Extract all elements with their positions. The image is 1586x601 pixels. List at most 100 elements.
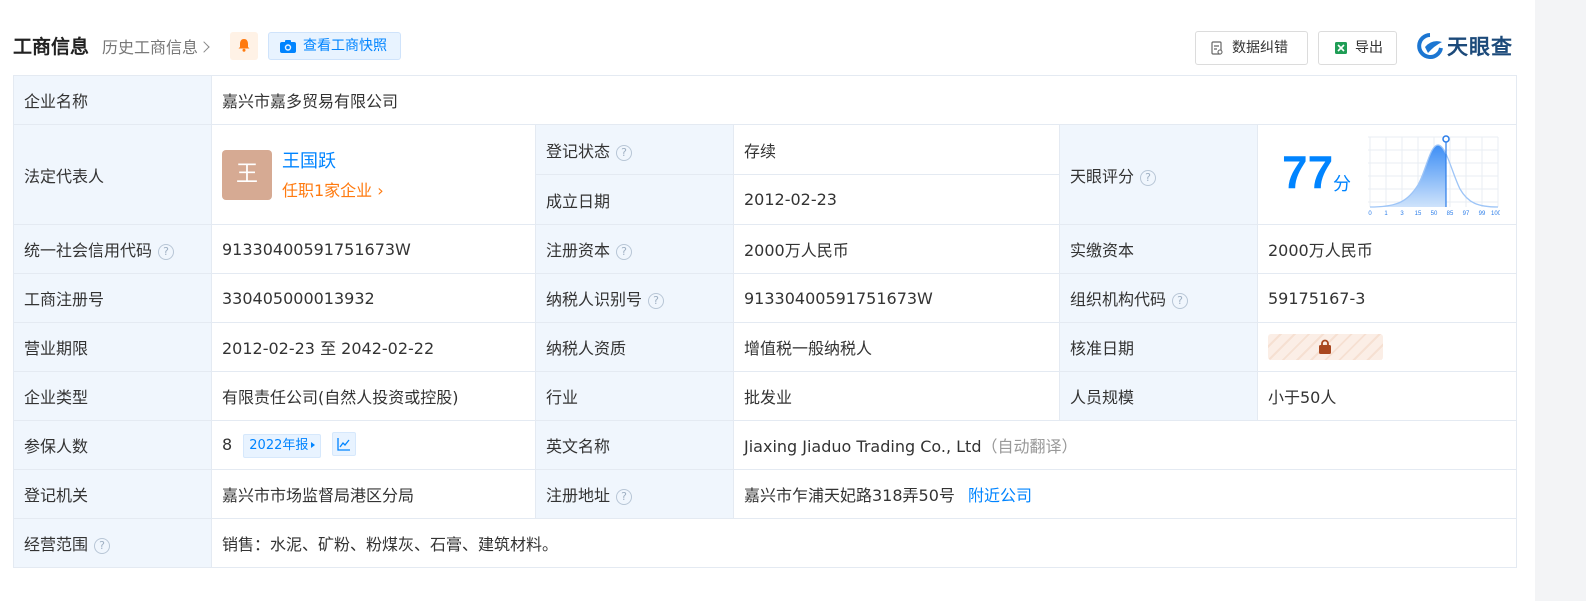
business-scope-label: 经营范围?: [13, 518, 212, 568]
right-scroll-strip: [1535, 0, 1586, 601]
reg-authority-label: 登记机关: [13, 469, 212, 519]
reg-capital-label: 注册资本?: [535, 224, 734, 274]
approval-date-cell: [1256, 322, 1518, 372]
table-row: 经营范围? 销售：水泥、矿粉、粉煤灰、石膏、建筑材料。: [13, 518, 1518, 568]
table-row: 工商注册号 330405000013932 纳税人识别号? 9133040059…: [13, 273, 1518, 323]
company-name-value: 嘉兴市嘉多贸易有限公司: [210, 75, 1518, 125]
history-link[interactable]: 历史工商信息: [102, 34, 210, 58]
help-icon[interactable]: ?: [1172, 293, 1189, 309]
reg-address-label: 注册地址?: [535, 469, 734, 519]
export-label: 导出: [1355, 40, 1383, 56]
legal-rep-positions-text: 任职1家企业: [282, 181, 373, 200]
industry-label: 行业: [535, 371, 734, 421]
org-code-label: 组织机构代码?: [1059, 273, 1258, 323]
tianyan-score-label: 天眼评分?: [1059, 124, 1258, 225]
staff-size-value: 小于50人: [1256, 371, 1518, 421]
help-icon[interactable]: ?: [616, 244, 633, 260]
avatar[interactable]: 王: [222, 150, 272, 200]
eye-logo-icon: [1417, 33, 1443, 59]
company-name-label: 企业名称: [13, 75, 212, 125]
score-unit: 分: [1333, 174, 1351, 195]
axis-tick: 1: [1384, 211, 1388, 217]
subscribe-bell-button[interactable]: [230, 32, 258, 60]
taxpayer-qual-value: 增值税一般纳税人: [733, 322, 1060, 372]
credit-code-value: 91330400591751673W: [211, 224, 536, 274]
axis-tick: 97: [1463, 211, 1470, 217]
english-name-cell: Jiaxing Jiaduo Trading Co., Ltd（自动翻译）: [732, 420, 1518, 470]
caret-right-icon: [311, 442, 316, 448]
data-correction-label: 数据纠错: [1232, 40, 1288, 56]
help-icon[interactable]: ?: [1140, 169, 1157, 186]
table-row: 企业类型 有限责任公司(自然人投资或控股) 行业 批发业 人员规模 小于50人: [13, 371, 1518, 421]
help-icon[interactable]: ?: [616, 144, 633, 161]
chevron-right-icon: [198, 41, 210, 53]
taxpayer-id-label: 纳税人识别号?: [535, 273, 734, 323]
auto-translate-note: （自动翻译）: [981, 437, 1078, 456]
table-row: 登记机关 嘉兴市市场监督局港区分局 注册地址? 嘉兴市乍浦天妃路318弄50号 …: [13, 469, 1518, 519]
logo-text: 天眼查: [1447, 35, 1513, 59]
section-header: 工商信息 历史工商信息 查看工商快照 数据纠错 导出 天眼查: [13, 28, 1516, 65]
credit-code-label-text: 统一社会信用代码: [24, 241, 153, 260]
reg-authority-value: 嘉兴市市场监督局港区分局: [211, 469, 536, 519]
taxpayer-id-label-text: 纳税人识别号: [546, 290, 643, 309]
help-icon[interactable]: ?: [158, 244, 175, 260]
axis-tick: 99: [1479, 211, 1486, 217]
legal-rep-positions-link[interactable]: 任职1家企业 ›: [282, 177, 384, 201]
english-name-label: 英文名称: [535, 420, 734, 470]
locked-value-bar[interactable]: [1268, 334, 1383, 360]
data-correction-button[interactable]: 数据纠错: [1195, 31, 1308, 65]
tianyan-score-cell[interactable]: 77 分 0 1 3 15 50 85 97 99 100: [1256, 124, 1518, 225]
document-edit-icon: [1211, 41, 1223, 55]
paid-capital-value: 2000万人民币: [1256, 224, 1518, 274]
reg-status-label-text: 登记状态: [546, 141, 611, 161]
legal-rep-label: 法定代表人: [13, 124, 212, 225]
line-chart-icon: [337, 438, 351, 451]
excel-icon: [1335, 42, 1347, 54]
business-scope-value: 销售：水泥、矿粉、粉煤灰、石膏、建筑材料。: [210, 518, 1518, 568]
approval-date-label: 核准日期: [1059, 322, 1258, 372]
org-code-value: 59175167-3: [1256, 273, 1518, 323]
table-row: 法定代表人 王 王国跃 任职1家企业 › 登记状态? 存续 天眼评分? 77 分: [13, 124, 1518, 225]
org-code-label-text: 组织机构代码: [1070, 290, 1167, 309]
help-icon[interactable]: ?: [616, 489, 633, 505]
help-icon[interactable]: ?: [648, 293, 665, 309]
score-distribution-chart: 0 1 3 15 50 85 97 99 100: [1368, 135, 1500, 217]
reg-capital-label-text: 注册资本: [546, 241, 611, 260]
business-term-value: 2012-02-23 至 2042-02-22: [211, 322, 536, 372]
established-label: 成立日期: [535, 174, 734, 225]
tianyan-score-label-text: 天眼评分: [1070, 166, 1135, 186]
export-button[interactable]: 导出: [1318, 31, 1397, 65]
reg-capital-value: 2000万人民币: [733, 224, 1060, 274]
credit-code-label: 统一社会信用代码?: [13, 224, 212, 274]
lock-icon: [1319, 339, 1331, 354]
axis-tick: 3: [1400, 211, 1404, 217]
table-row: 统一社会信用代码? 91330400591751673W 注册资本? 2000万…: [13, 224, 1518, 274]
english-name-value: Jiaxing Jiaduo Trading Co., Ltd: [744, 437, 982, 456]
legal-rep-cell: 王 王国跃 任职1家企业 ›: [211, 124, 536, 225]
business-info-table: 企业名称 嘉兴市嘉多贸易有限公司 法定代表人 王 王国跃 任职1家企业 › 登记…: [13, 75, 1518, 568]
trend-chart-button[interactable]: [332, 432, 357, 456]
camera-icon: [280, 40, 296, 53]
snapshot-button[interactable]: 查看工商快照: [268, 32, 401, 60]
business-term-label: 营业期限: [13, 322, 212, 372]
reg-status-label: 登记状态?: [535, 124, 734, 175]
legal-rep-name[interactable]: 王国跃: [282, 147, 336, 173]
paid-capital-label: 实缴资本: [1059, 224, 1258, 274]
score-marker-dot: [1442, 135, 1450, 143]
year-report-button[interactable]: 2022年报: [243, 434, 322, 458]
axis-tick: 100: [1491, 211, 1500, 217]
company-type-label: 企业类型: [13, 371, 212, 421]
insured-value: 8: [222, 435, 233, 454]
help-icon[interactable]: ?: [94, 538, 111, 554]
tianyancha-logo: 天眼查: [1416, 31, 1513, 61]
table-row: 营业期限 2012-02-23 至 2042-02-22 纳税人资质 增值税一般…: [13, 322, 1518, 372]
year-report-label: 2022年报: [249, 438, 309, 453]
table-row: 参保人数 8 2022年报 英文名称 Jiaxing Jiaduo Tradin…: [13, 420, 1518, 470]
chevron-right-icon: ›: [377, 181, 384, 200]
score-number: 77: [1282, 146, 1334, 198]
taxpayer-id-value: 91330400591751673W: [733, 273, 1060, 323]
insured-label: 参保人数: [13, 420, 212, 470]
nearby-companies-link[interactable]: 附近公司: [968, 486, 1032, 505]
reg-address-label-text: 注册地址: [546, 486, 611, 505]
established-value: 2012-02-23: [733, 174, 1060, 225]
